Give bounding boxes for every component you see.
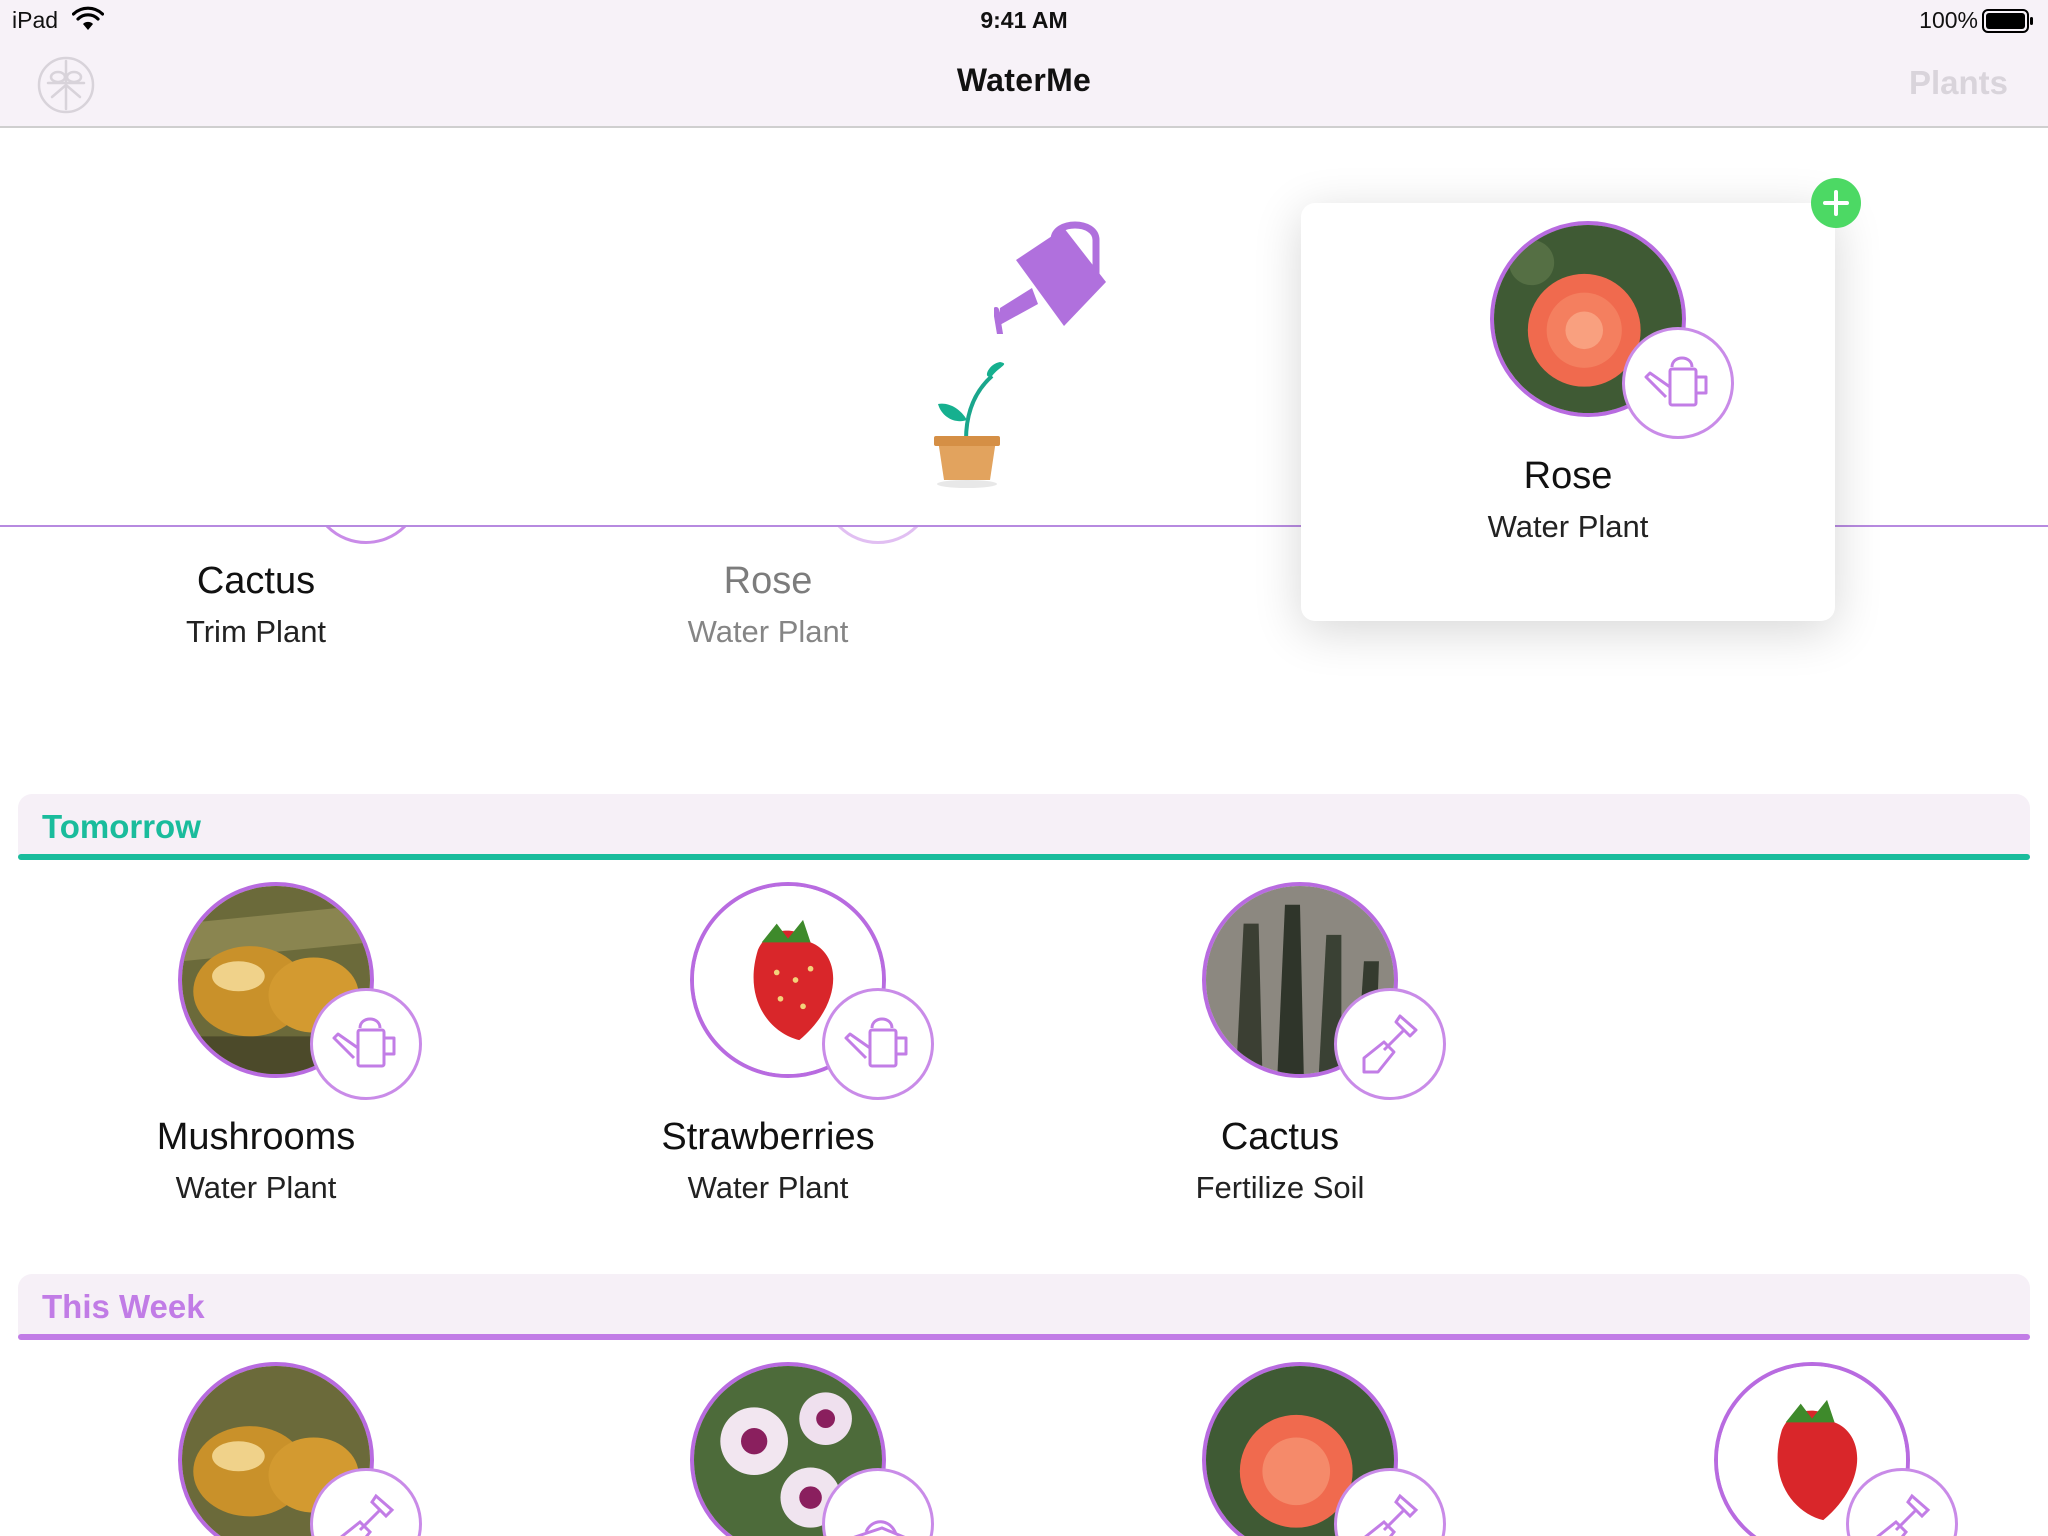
sprout-pot-icon bbox=[934, 362, 1005, 488]
watering-can-icon bbox=[844, 1017, 908, 1068]
plants-button[interactable]: Plants bbox=[1909, 64, 2008, 102]
shovel-icon bbox=[1362, 1014, 1418, 1074]
section-header-this-week: This Week bbox=[18, 1274, 2030, 1340]
plant-name: Rose bbox=[1523, 455, 1613, 497]
task-badge bbox=[1622, 327, 1734, 439]
shovel-icon bbox=[1364, 1493, 1419, 1536]
plant-task: Water Plant bbox=[687, 1170, 849, 1205]
watering-can-icon bbox=[1644, 356, 1708, 407]
task-badge bbox=[822, 988, 934, 1100]
plant-task: Trim Plant bbox=[185, 614, 327, 649]
status-bar: iPad 9:41 AM 100% bbox=[0, 0, 2048, 40]
battery-icon bbox=[1982, 9, 2033, 33]
plant-task: Fertilize Soil bbox=[1195, 1170, 1365, 1205]
watering-can-icon bbox=[332, 1017, 396, 1068]
page-title: WaterMe bbox=[956, 62, 1092, 98]
plant-task: Water Plant bbox=[175, 1170, 337, 1205]
section-divider bbox=[18, 1334, 2030, 1340]
task-badge bbox=[310, 988, 422, 1100]
fertilizer-icon bbox=[853, 1520, 906, 1536]
plant-task: Water Plant bbox=[687, 614, 849, 649]
section-title: Tomorrow bbox=[42, 808, 201, 845]
plant-task: Water Plant bbox=[1487, 509, 1649, 544]
battery-percent: 100% bbox=[1919, 7, 1978, 33]
section-divider bbox=[18, 854, 2030, 860]
plant-name: Cactus bbox=[196, 560, 316, 602]
section-title: This Week bbox=[42, 1288, 205, 1325]
section-header-tomorrow: Tomorrow bbox=[18, 794, 2030, 860]
add-badge bbox=[1811, 178, 1861, 228]
shovel-icon bbox=[340, 1493, 395, 1536]
status-time: 9:41 AM bbox=[980, 7, 1068, 33]
navigation-bar: WaterMe Plants bbox=[0, 40, 2048, 128]
plant-name: Mushrooms bbox=[156, 1116, 356, 1158]
plant-name: Cactus bbox=[1220, 1116, 1340, 1158]
task-badge bbox=[1334, 988, 1446, 1100]
watering-can-illustration-icon bbox=[994, 221, 1106, 334]
shovel-icon bbox=[1876, 1493, 1931, 1536]
plus-icon bbox=[1823, 190, 1849, 216]
plant-name: Rose bbox=[723, 560, 813, 602]
plant-name: Strawberries bbox=[661, 1116, 875, 1158]
drag-preview-card[interactable]: Rose Water Plant bbox=[1301, 203, 1835, 621]
